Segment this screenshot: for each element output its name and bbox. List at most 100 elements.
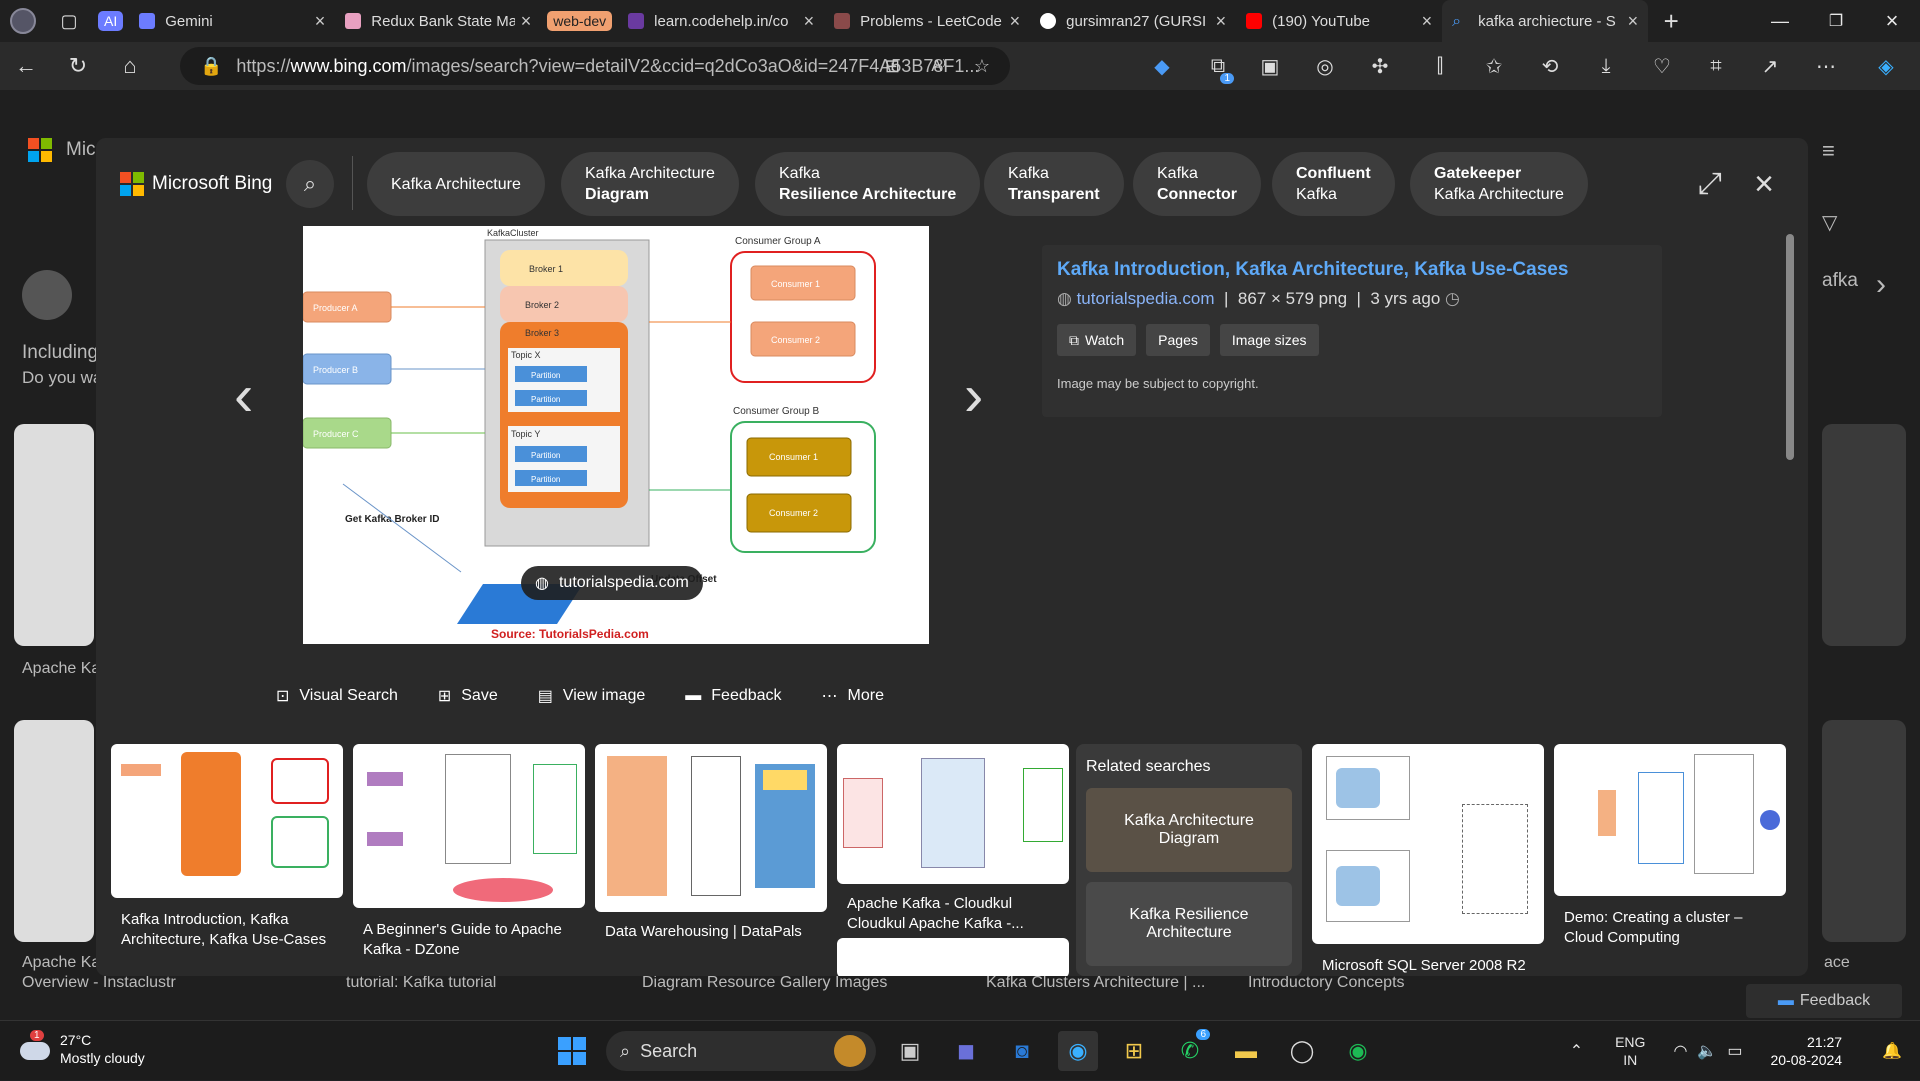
split-screen-icon[interactable]: ⫿: [1420, 42, 1460, 90]
outlook-icon[interactable]: ◙: [1002, 1031, 1042, 1071]
tab-leetcode[interactable]: Problems - LeetCode ×: [824, 0, 1030, 42]
minimize-button[interactable]: —: [1752, 0, 1808, 42]
thumb-3-caption[interactable]: Data Warehousing | DataPals: [605, 922, 821, 942]
tray-overflow-icon[interactable]: ⌃: [1570, 1041, 1583, 1061]
image-title-link[interactable]: Kafka Introduction, Kafka Architecture, …: [1057, 259, 1647, 281]
refresh-button[interactable]: ↻: [52, 42, 104, 90]
related-chip-1[interactable]: Kafka Architecture: [367, 152, 545, 216]
thumb-4b[interactable]: [837, 938, 1069, 976]
close-tab-icon[interactable]: ×: [521, 11, 532, 32]
close-tab-icon[interactable]: ×: [1216, 11, 1227, 32]
extensions-icon[interactable]: ✣: [1360, 42, 1400, 90]
related-search-2[interactable]: Kafka Resilience Architecture: [1086, 882, 1292, 966]
thumb-6-caption[interactable]: Demo: Creating a cluster – Cloud Computi…: [1564, 908, 1780, 948]
task-view-icon[interactable]: ▣: [890, 1031, 930, 1071]
downloads-icon[interactable]: ⤓: [1586, 42, 1626, 90]
teams-icon[interactable]: ◼: [946, 1031, 986, 1071]
thumb-3[interactable]: [595, 744, 827, 912]
language-indicator[interactable]: ENG IN: [1615, 1033, 1645, 1069]
share-icon[interactable]: ↗: [1750, 42, 1790, 90]
tab-codehelp[interactable]: learn.codehelp.in/co ×: [618, 0, 824, 42]
visual-search-button[interactable]: ⊡ Visual Search: [276, 686, 398, 706]
thumb-1-caption[interactable]: Kafka Introduction, Kafka Architecture, …: [121, 910, 337, 950]
related-chip-2[interactable]: Kafka Architecture Diagram: [561, 152, 739, 216]
new-tab-button[interactable]: +: [1648, 0, 1694, 42]
image-source-badge[interactable]: ◍ tutorialspedia.com: [521, 566, 703, 600]
thumb-5-caption[interactable]: Microsoft SQL Server 2008 R2: [1322, 956, 1538, 976]
start-button[interactable]: [552, 1031, 592, 1071]
view-image-button[interactable]: ▤ View image: [538, 686, 646, 706]
related-chip-7[interactable]: Gatekeeper Kafka Architecture: [1410, 152, 1588, 216]
image-sizes-button[interactable]: Image sizes: [1219, 324, 1319, 356]
battery-icon[interactable]: ▭: [1727, 1041, 1742, 1061]
tab-group-ai[interactable]: AI: [98, 11, 124, 31]
app-available-icon[interactable]: ⊞: [885, 56, 900, 77]
thumb-4[interactable]: [837, 744, 1069, 884]
main-image[interactable]: KafkaCluster Broker 1 Broker 2 Broker 3 …: [303, 226, 929, 644]
taskbar-clock[interactable]: 21:27 20-08-2024: [1770, 1033, 1842, 1069]
close-tab-icon[interactable]: ×: [315, 11, 326, 32]
back-button[interactable]: ←: [0, 42, 52, 90]
favorite-star-icon[interactable]: ☆: [974, 56, 990, 77]
thumb-4-caption[interactable]: Apache Kafka - Cloudkul Cloudkul Apache …: [847, 894, 1063, 934]
weather-widget[interactable]: 1 27°C Mostly cloudy: [20, 1030, 145, 1067]
related-chip-3[interactable]: Kafka Resilience Architecture: [755, 152, 981, 216]
pages-button[interactable]: Pages: [1146, 324, 1210, 356]
watch-button[interactable]: ⧉ Watch: [1057, 324, 1137, 356]
tab-actions-icon[interactable]: ▢: [46, 0, 92, 42]
extension-icon[interactable]: ◆: [1142, 42, 1182, 90]
more-button[interactable]: ⋯ More: [822, 686, 884, 706]
address-field[interactable]: 🔒 https://www.bing.com/images/search?vie…: [180, 47, 1010, 85]
related-chip-4[interactable]: Kafka Transparent: [984, 152, 1124, 216]
target-icon[interactable]: ◎: [1305, 42, 1345, 90]
wifi-icon[interactable]: ◠: [1673, 1041, 1687, 1061]
thumb-6[interactable]: [1554, 744, 1786, 896]
thumb-2-caption[interactable]: A Beginner's Guide to Apache Kafka - DZo…: [363, 920, 579, 960]
history-icon[interactable]: ⟲: [1530, 42, 1570, 90]
save-button[interactable]: ⊞ Save: [438, 686, 498, 706]
maximize-button[interactable]: ❐: [1808, 0, 1864, 42]
close-tab-icon[interactable]: ×: [1010, 11, 1021, 32]
feedback-button[interactable]: ▬ Feedback: [685, 686, 781, 706]
tab-youtube[interactable]: (190) YouTube ×: [1236, 0, 1442, 42]
more-menu-icon[interactable]: ⋯: [1806, 42, 1846, 90]
whatsapp-icon[interactable]: ✆ 6: [1170, 1029, 1210, 1071]
thumb-2[interactable]: [353, 744, 585, 908]
taskbar-search[interactable]: ⌕ Search: [606, 1031, 876, 1071]
copilot-icon[interactable]: ◈: [1866, 42, 1906, 90]
related-chip-6[interactable]: Confluent Kafka: [1272, 152, 1395, 216]
spotify-icon[interactable]: ◉: [1338, 1031, 1378, 1071]
extension-puzzle-badge-icon[interactable]: ⧉ 1: [1198, 42, 1238, 90]
thumb-1[interactable]: [111, 744, 343, 898]
edge-icon[interactable]: ◉: [1058, 1031, 1098, 1071]
web-capture-icon[interactable]: ⌗: [1696, 42, 1736, 90]
expand-icon[interactable]: ⤢: [1686, 160, 1734, 208]
read-aloud-icon[interactable]: A⁾: [931, 56, 946, 76]
feedback-floating-button[interactable]: ▬ Feedback: [1746, 984, 1902, 1018]
tab-group-web-dev[interactable]: web-dev: [547, 11, 613, 31]
tab-github[interactable]: gursimran27 (GURSI ×: [1030, 0, 1236, 42]
close-tab-icon[interactable]: ×: [1422, 11, 1433, 32]
close-tab-icon[interactable]: ×: [1628, 11, 1639, 32]
related-chip-5[interactable]: Kafka Connector: [1133, 152, 1261, 216]
profile-avatar[interactable]: [0, 0, 46, 42]
tab-bing-kafka[interactable]: ⌕ kafka archiecture - S ×: [1442, 0, 1649, 42]
tab-redux[interactable]: Redux Bank State Ma ×: [335, 0, 541, 42]
store-icon[interactable]: ⊞: [1114, 1031, 1154, 1071]
browser-essentials-icon[interactable]: ♡: [1642, 42, 1682, 90]
close-tab-icon[interactable]: ×: [804, 11, 815, 32]
volume-icon[interactable]: 🔈: [1697, 1041, 1717, 1061]
related-search-1[interactable]: Kafka Architecture Diagram: [1086, 788, 1292, 872]
close-overlay-icon[interactable]: ×: [1740, 160, 1788, 208]
thumb-5[interactable]: [1312, 744, 1544, 944]
image-source-link[interactable]: tutorialspedia.com: [1077, 289, 1215, 308]
bing-logo[interactable]: Microsoft Bing: [120, 172, 272, 196]
overlay-search-button[interactable]: ⌕: [286, 160, 334, 208]
overlay-scrollbar[interactable]: [1786, 234, 1794, 460]
dell-icon[interactable]: ◯: [1282, 1031, 1322, 1071]
previous-image-arrow-icon[interactable]: ‹: [234, 362, 253, 429]
home-button[interactable]: ⌂: [104, 42, 156, 90]
screen-capture-icon[interactable]: ▣: [1250, 42, 1290, 90]
favorites-icon[interactable]: ✩: [1474, 42, 1514, 90]
tab-gemini[interactable]: Gemini ×: [129, 0, 335, 42]
